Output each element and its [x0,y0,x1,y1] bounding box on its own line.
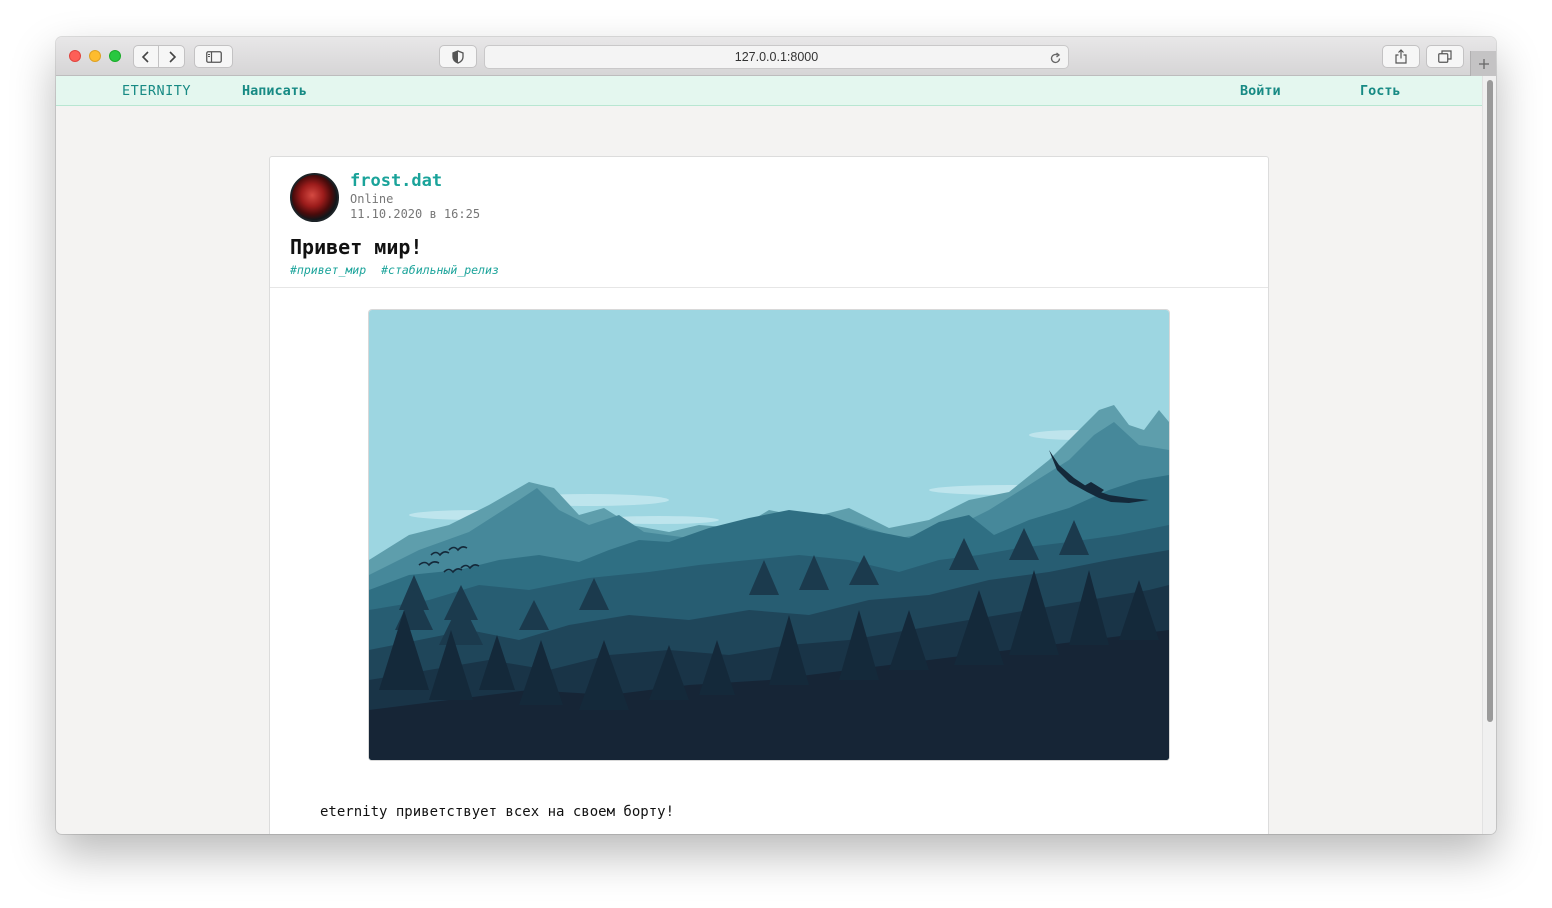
page-content: ETERNITY Написать Войти Гость frost.dat … [56,76,1482,834]
minimize-window-button[interactable] [89,50,101,62]
guest-link[interactable]: Гость [1360,83,1401,99]
shield-icon [452,49,464,64]
plus-icon [1478,58,1489,69]
post-card: frost.dat Online 11.10.2020 в 16:25 Прив… [269,156,1269,834]
share-icon [1395,49,1407,64]
zoom-window-button[interactable] [109,50,121,62]
tab-overview-button[interactable] [1426,45,1464,68]
avatar[interactable] [290,173,339,222]
forward-button[interactable] [159,46,184,67]
post-body: eternity приветствует всех на своем борт… [320,804,675,820]
tag-link[interactable]: #привет_мир [290,263,366,277]
tag-link[interactable]: #стабильный_релиз [381,263,499,277]
post-date: 11.10.2020 в 16:25 [350,207,481,221]
chevron-left-icon [141,50,149,63]
post-tags: #привет_мир #стабильный_релиз [290,263,507,277]
post-image [369,310,1169,760]
write-link[interactable]: Написать [242,83,307,99]
chevron-right-icon [168,50,176,63]
new-tab-button[interactable] [1470,51,1496,76]
address-url: 127.0.0.1:8000 [734,50,819,64]
address-bar[interactable]: 127.0.0.1:8000 [484,45,1069,69]
tabs-icon [1438,50,1452,63]
author-status: Online [350,192,394,206]
history-nav [133,45,185,68]
divider [270,287,1268,288]
share-button[interactable] [1382,45,1420,68]
browser-window: 127.0.0.1:8000 ETERNITY Написать Войти Г… [56,37,1496,834]
reload-icon[interactable] [1049,50,1062,69]
sidebar-icon [205,50,222,63]
post-title: Привет мир! [290,235,423,259]
brand-link[interactable]: ETERNITY [122,83,191,99]
close-window-button[interactable] [69,50,81,62]
privacy-report-button[interactable] [439,45,477,68]
sidebar-toggle-button[interactable] [194,45,233,68]
login-link[interactable]: Войти [1240,83,1281,99]
scrollbar[interactable] [1482,76,1496,834]
browser-toolbar: 127.0.0.1:8000 [56,37,1496,76]
back-button[interactable] [134,46,160,67]
scrollbar-thumb[interactable] [1487,80,1493,722]
site-navbar: ETERNITY Написать Войти Гость [56,76,1482,106]
author-name[interactable]: frost.dat [350,171,442,191]
